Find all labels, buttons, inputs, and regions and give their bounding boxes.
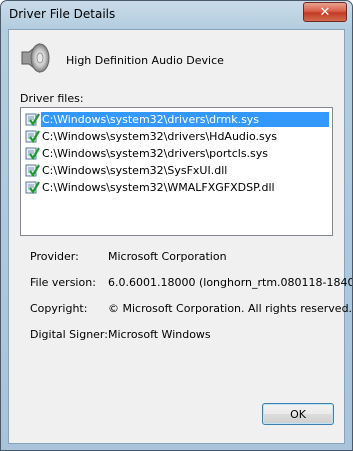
provider-value: Microsoft Corporation [108, 250, 227, 263]
file-list-item[interactable]: C:\Windows\system32\SysFxUI.dll [24, 162, 329, 178]
window-title: Driver File Details [9, 7, 116, 21]
file-list-item[interactable]: C:\Windows\system32\drivers\HdAudio.sys [24, 128, 329, 144]
title-bar[interactable]: Driver File Details ✕ [1, 1, 352, 29]
driver-files-list[interactable]: C:\Windows\system32\drivers\drmk.sys C:\… [20, 107, 333, 236]
signed-driver-icon [25, 130, 40, 143]
file-path: C:\Windows\system32\SysFxUI.dll [42, 163, 228, 177]
file-path: C:\Windows\system32\drivers\portcls.sys [42, 146, 269, 160]
signed-driver-icon [25, 147, 40, 160]
close-button[interactable]: ✕ [303, 2, 347, 22]
signed-driver-icon [25, 164, 40, 177]
digital-signer-value: Microsoft Windows [108, 328, 211, 341]
dialog-body: High Definition Audio Device Driver file… [8, 29, 352, 444]
close-icon: ✕ [319, 4, 331, 20]
digital-signer-label: Digital Signer: [30, 328, 108, 341]
ok-button-label: OK [290, 407, 306, 421]
driver-files-label: Driver files: [20, 92, 84, 105]
file-path: C:\Windows\system32\WMALFXGFXDSP.dll [42, 180, 275, 194]
ok-button[interactable]: OK [262, 403, 334, 425]
file-version-label: File version: [30, 276, 96, 289]
driver-file-details-window: Driver File Details ✕ High Definition Au… [0, 0, 353, 451]
signed-driver-icon [25, 181, 40, 194]
file-version-value: 6.0.6001.18000 (longhorn_rtm.080118-1840… [108, 276, 353, 289]
copyright-label: Copyright: [30, 302, 88, 315]
file-path: C:\Windows\system32\drivers\HdAudio.sys [42, 129, 277, 143]
file-list-item[interactable]: C:\Windows\system32\drivers\drmk.sys [24, 111, 329, 127]
file-path: C:\Windows\system32\drivers\drmk.sys [41, 111, 329, 127]
device-name: High Definition Audio Device [66, 54, 224, 67]
speaker-icon [21, 42, 50, 74]
provider-label: Provider: [30, 250, 79, 263]
file-list-item[interactable]: C:\Windows\system32\WMALFXGFXDSP.dll [24, 179, 329, 195]
copyright-value: © Microsoft Corporation. All rights rese… [108, 302, 353, 315]
device-header: High Definition Audio Device [19, 40, 319, 80]
file-list-item[interactable]: C:\Windows\system32\drivers\portcls.sys [24, 145, 329, 161]
signed-driver-icon [25, 113, 40, 126]
